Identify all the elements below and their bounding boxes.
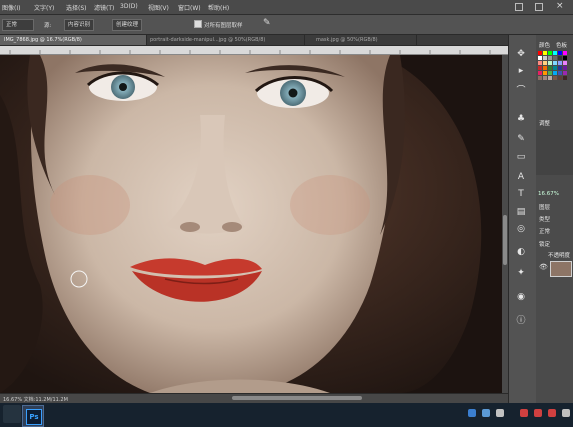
- close-icon[interactable]: ×: [556, 1, 564, 11]
- vertical-scroll-thumb[interactable]: [503, 215, 507, 265]
- right-panels: 颜色 色板 调整 16.67% 图层 类型 正常 锁定 不透明度 👁: [536, 35, 573, 403]
- text-icon[interactable]: T: [510, 187, 532, 201]
- photoshop-taskbar-button[interactable]: Ps: [22, 405, 44, 427]
- lasso-icon[interactable]: ⌒: [510, 84, 532, 98]
- eraser-icon[interactable]: ▭: [510, 150, 532, 164]
- tab-document-2[interactable]: portrait-darkside-manipul...jpg @ 50%(RG…: [146, 35, 305, 45]
- security-icon[interactable]: [520, 409, 528, 417]
- adjust-icon[interactable]: ◐: [510, 245, 532, 259]
- menu-3d[interactable]: 3D(D): [120, 3, 138, 10]
- minimize-icon[interactable]: [515, 3, 523, 11]
- photoshop-icon: Ps: [26, 409, 42, 425]
- menu-window[interactable]: 窗口(W): [178, 3, 201, 12]
- hand-icon[interactable]: ▤: [510, 205, 532, 219]
- menu-filter[interactable]: 滤镜(T): [94, 3, 114, 12]
- status-text: 16.67% 文档:11.2M/11.2M: [3, 397, 68, 403]
- alert-icon[interactable]: [534, 409, 542, 417]
- info-icon[interactable]: ⓘ: [510, 314, 532, 328]
- tab-adjustments[interactable]: 调整: [539, 119, 550, 127]
- horizontal-ruler: [0, 46, 508, 55]
- start-button[interactable]: [3, 405, 21, 423]
- volume-icon[interactable]: [482, 409, 490, 417]
- content-aware-button[interactable]: 内容识别: [64, 19, 95, 31]
- tab-document-1[interactable]: IMG_7868.jpg @ 16.7%(RGB/8): [0, 35, 147, 45]
- layer-thumbnail[interactable]: [550, 261, 572, 277]
- mode-select[interactable]: 正常: [2, 19, 34, 31]
- menu-bar: 图像(I) 文字(Y) 选择(S) 滤镜(T) 3D(D) 视图(V) 窗口(W…: [0, 0, 573, 15]
- menu-image[interactable]: 图像(I): [2, 3, 20, 12]
- options-bar: 正常 源: 内容识别 创建纹理 对所有图层取样 ✎: [0, 15, 573, 35]
- document-canvas[interactable]: [0, 55, 502, 393]
- document-tabs: IMG_7868.jpg @ 16.7%(RGB/8) portrait-dar…: [0, 35, 508, 46]
- fx-icon[interactable]: ✦: [510, 266, 532, 280]
- pen-icon[interactable]: A: [510, 170, 532, 184]
- zoom-readout: 16.67%: [538, 191, 559, 197]
- marquee-icon[interactable]: ▸: [510, 64, 532, 78]
- stamp-icon[interactable]: ♣: [510, 112, 532, 126]
- mask-icon[interactable]: ◉: [510, 290, 532, 304]
- sample-all-checkbox[interactable]: [194, 20, 202, 28]
- zoom-icon[interactable]: ◎: [510, 222, 532, 236]
- update-icon[interactable]: [548, 409, 556, 417]
- lock-label: 锁定: [539, 242, 551, 248]
- clock-icon[interactable]: [562, 409, 570, 417]
- menu-help[interactable]: 帮助(H): [208, 3, 229, 12]
- source-label: 源:: [44, 23, 52, 29]
- layer-kind-filter[interactable]: 类型: [539, 215, 550, 223]
- eye-icon[interactable]: 👁: [539, 263, 548, 271]
- tab-layers[interactable]: 图层: [539, 203, 550, 211]
- menu-select[interactable]: 选择(S): [66, 3, 87, 12]
- swatch-grid[interactable]: [538, 51, 573, 111]
- sample-all-label: 对所有图层取样: [204, 23, 243, 29]
- tab-color[interactable]: 颜色: [539, 41, 550, 49]
- maximize-icon[interactable]: [535, 3, 543, 11]
- tab-swatches[interactable]: 色板: [556, 41, 567, 49]
- opacity-field[interactable]: 不透明度: [548, 251, 570, 259]
- adjustments-panel: [536, 130, 573, 175]
- menu-view[interactable]: 视图(V): [148, 3, 169, 12]
- move-icon[interactable]: ✥: [510, 47, 532, 61]
- chat-icon[interactable]: [496, 409, 504, 417]
- network-icon[interactable]: [468, 409, 476, 417]
- brush-icon[interactable]: ✎: [510, 132, 532, 146]
- menu-type[interactable]: 文字(Y): [34, 3, 54, 12]
- tab-document-3[interactable]: mask.jpg @ 50%(RGB/8): [312, 35, 417, 45]
- blend-mode-select[interactable]: 正常: [539, 227, 550, 235]
- create-texture-button[interactable]: 创建纹理: [112, 19, 143, 31]
- pressure-brush-icon[interactable]: ✎: [263, 18, 271, 28]
- horizontal-scroll-thumb[interactable]: [232, 396, 362, 400]
- portrait-photo: [0, 55, 502, 393]
